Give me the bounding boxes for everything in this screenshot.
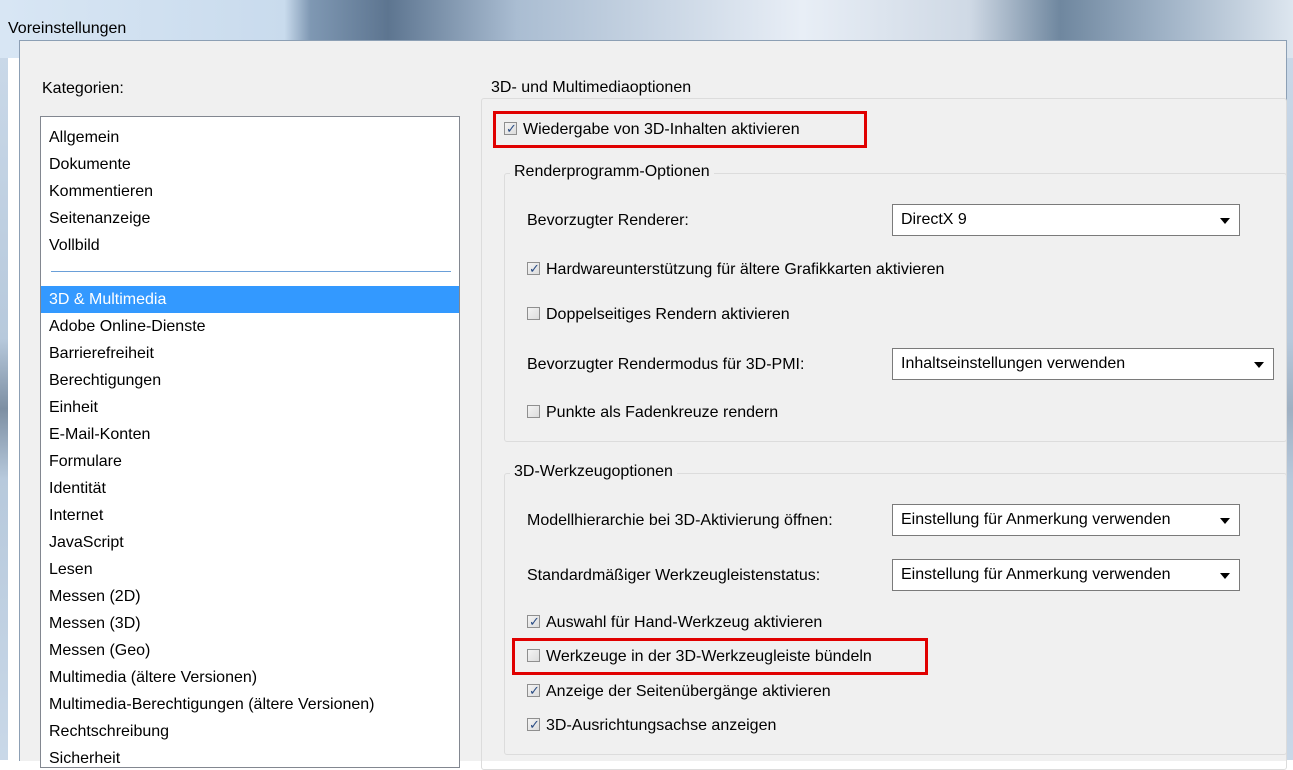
chevron-down-icon[interactable]	[1211, 205, 1239, 235]
page-transitions-label: Anzeige der Seitenübergänge aktivieren	[546, 683, 831, 700]
category-item-messen-2d[interactable]: Messen (2D)	[41, 583, 459, 610]
pmi-label: Bevorzugter Rendermodus für 3D-PMI:	[527, 356, 805, 373]
category-item-multimedia-berechtigungen[interactable]: Multimedia-Berechtigungen (ältere Versio…	[41, 691, 459, 718]
category-item-javascript[interactable]: JavaScript	[41, 529, 459, 556]
categories-list[interactable]: Allgemein Dokumente Kommentieren Seitena…	[40, 116, 460, 768]
pmi-value: Inhaltseinstellungen verwenden	[901, 355, 1126, 372]
chevron-down-icon[interactable]	[1211, 560, 1239, 590]
category-item-messen-3d[interactable]: Messen (3D)	[41, 610, 459, 637]
renderer-select[interactable]: DirectX 9	[892, 204, 1240, 236]
double-sided-checkbox-row[interactable]: Doppelseitiges Rendern aktivieren	[527, 304, 790, 326]
category-item-formulare[interactable]: Formulare	[41, 448, 459, 475]
toolbar-state-label: Standardmäßiger Werkzeugleistenstatus:	[527, 567, 821, 584]
category-item-internet[interactable]: Internet	[41, 502, 459, 529]
category-item-einheit[interactable]: Einheit	[41, 394, 459, 421]
category-item-messen-geo[interactable]: Messen (Geo)	[41, 637, 459, 664]
group-3d-multimedia-title: 3D- und Multimediaoptionen	[487, 79, 696, 97]
category-item-email-konten[interactable]: E-Mail-Konten	[41, 421, 459, 448]
category-separator	[51, 271, 451, 272]
crosshair-label: Punkte als Fadenkreuze rendern	[546, 404, 779, 421]
highlight-box-bundle-tools	[512, 638, 928, 675]
hand-tool-label: Auswahl für Hand-Werkzeug aktivieren	[546, 614, 823, 631]
double-sided-label: Doppelseitiges Rendern aktivieren	[546, 306, 790, 323]
hand-tool-checkbox-row[interactable]: Auswahl für Hand-Werkzeug aktivieren	[527, 612, 822, 634]
category-item-3d-multimedia[interactable]: 3D & Multimedia	[41, 286, 459, 313]
group-render-options-title: Renderprogramm-Optionen	[510, 163, 714, 181]
chevron-down-icon[interactable]	[1245, 349, 1273, 379]
highlight-box-enable-3d	[493, 111, 867, 148]
hw-support-checkbox-row[interactable]: Hardwareunterstützung für ältere Grafikk…	[527, 259, 944, 281]
chevron-down-icon[interactable]	[1211, 505, 1239, 535]
page-transitions-checkbox-row[interactable]: Anzeige der Seitenübergänge aktivieren	[527, 681, 831, 703]
orientation-axis-checkbox[interactable]	[527, 715, 540, 737]
model-tree-label: Modellhierarchie bei 3D-Aktivierung öffn…	[527, 512, 833, 529]
model-tree-select[interactable]: Einstellung für Anmerkung verwenden	[892, 504, 1240, 536]
model-tree-value: Einstellung für Anmerkung verwenden	[901, 511, 1171, 528]
renderer-label: Bevorzugter Renderer:	[527, 212, 689, 229]
category-item-multimedia-aeltere[interactable]: Multimedia (ältere Versionen)	[41, 664, 459, 691]
page-transitions-checkbox[interactable]	[527, 681, 540, 703]
category-item-barrierefreiheit[interactable]: Barrierefreiheit	[41, 340, 459, 367]
toolbar-state-value: Einstellung für Anmerkung verwenden	[901, 566, 1171, 583]
orientation-axis-checkbox-row[interactable]: 3D-Ausrichtungsachse anzeigen	[527, 715, 776, 737]
toolbar-state-select[interactable]: Einstellung für Anmerkung verwenden	[892, 559, 1240, 591]
category-item-berechtigungen[interactable]: Berechtigungen	[41, 367, 459, 394]
category-item-seitenanzeige[interactable]: Seitenanzeige	[41, 205, 459, 232]
orientation-axis-label: 3D-Ausrichtungsachse anzeigen	[546, 717, 777, 734]
window-frame-left	[0, 58, 8, 760]
category-item-vollbild[interactable]: Vollbild	[41, 232, 459, 259]
category-item-rechtschreibung[interactable]: Rechtschreibung	[41, 718, 459, 745]
category-item-identitaet[interactable]: Identität	[41, 475, 459, 502]
categories-label: Kategorien:	[42, 80, 124, 97]
double-sided-checkbox[interactable]	[527, 307, 540, 320]
group-tool-options-title: 3D-Werkzeugoptionen	[510, 463, 677, 481]
window-title: Voreinstellungen	[8, 20, 127, 37]
crosshair-checkbox-row[interactable]: Punkte als Fadenkreuze rendern	[527, 402, 778, 424]
hw-support-checkbox[interactable]	[527, 259, 540, 281]
category-item-adobe-online-dienste[interactable]: Adobe Online-Dienste	[41, 313, 459, 340]
category-item-allgemein[interactable]: Allgemein	[41, 124, 459, 151]
hand-tool-checkbox[interactable]	[527, 612, 540, 634]
category-item-lesen[interactable]: Lesen	[41, 556, 459, 583]
crosshair-checkbox[interactable]	[527, 405, 540, 418]
category-item-sicherheit[interactable]: Sicherheit	[41, 745, 459, 767]
category-item-dokumente[interactable]: Dokumente	[41, 151, 459, 178]
category-item-kommentieren[interactable]: Kommentieren	[41, 178, 459, 205]
pmi-select[interactable]: Inhaltseinstellungen verwenden	[892, 348, 1274, 380]
hw-support-label: Hardwareunterstützung für ältere Grafikk…	[546, 261, 945, 278]
renderer-value: DirectX 9	[901, 211, 967, 228]
